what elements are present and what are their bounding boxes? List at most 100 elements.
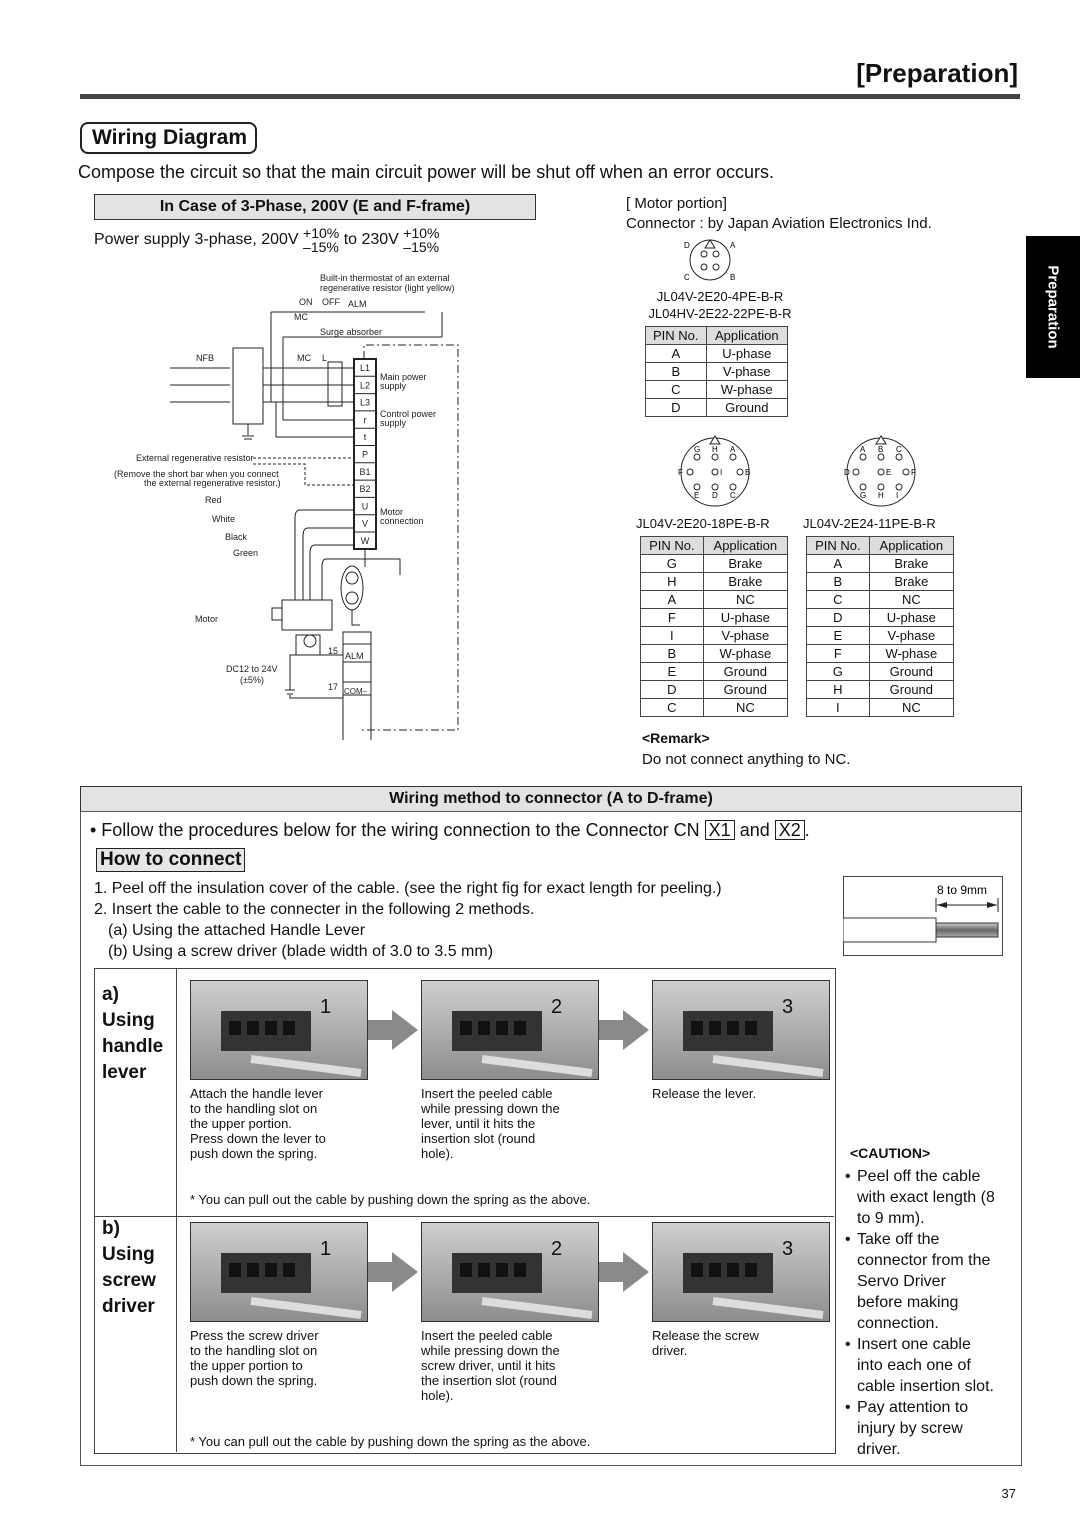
pin-application: Brake	[702, 554, 789, 573]
step-caption: Attach the handle lever to the handling s…	[190, 1086, 326, 1161]
pin-application: Ground	[868, 662, 955, 681]
pin-application: U-phase	[868, 608, 955, 627]
pin-row: F W-phase	[806, 644, 955, 663]
io-connector	[342, 631, 372, 740]
follow-text: • Follow the procedures below for the wi…	[90, 820, 700, 840]
method-b-note: * You can pull out the cable by pushing …	[190, 1434, 591, 1449]
mc-contact-label: MC	[297, 353, 311, 363]
terminal-label: B1	[359, 467, 370, 477]
pin-number: H	[640, 572, 704, 591]
pin-application: V-phase	[705, 362, 789, 381]
pin-number: B	[640, 644, 704, 663]
pin-application: W-phase	[868, 644, 955, 663]
col-pin: PIN No.	[645, 326, 707, 345]
step-2: 2. Insert the cable to the connecter in …	[94, 901, 535, 918]
pin-number: A	[640, 590, 704, 609]
model-b: JL04V-2E20-18PE-B-R	[636, 516, 770, 531]
caption-line: driver.	[652, 1343, 688, 1358]
pin-number: D	[640, 680, 704, 699]
motor-box	[281, 599, 333, 631]
off-label: OFF	[322, 297, 340, 307]
pin-application: V-phase	[702, 626, 789, 645]
caption-line: lever, until it hits the	[421, 1116, 536, 1131]
terminal-label: U	[362, 501, 369, 511]
caution-line: Peel off the cable	[857, 1168, 981, 1185]
wire-red-label: Red	[205, 495, 222, 505]
connector-4pin-diagram: D A C B	[684, 239, 736, 282]
label-line: a)	[102, 984, 119, 1005]
caution-line: injury by screw	[857, 1420, 963, 1437]
page-header-title: [Preparation]	[856, 58, 1018, 88]
pin-table-a: PIN No. Application A U-phase B V-phase C W-ph…	[645, 326, 789, 417]
connector-photo-step-2	[421, 980, 599, 1080]
pin-hole	[895, 453, 903, 461]
pin-hole	[902, 468, 910, 476]
connector-x1-badge: X1	[704, 820, 735, 840]
pin-application: U-phase	[702, 608, 789, 627]
step-number: 1	[320, 1238, 332, 1260]
wiring-diagram: Built-in thermostat of an external regen…	[114, 273, 459, 740]
pin-row: I V-phase	[640, 626, 789, 645]
pin-hole	[877, 483, 885, 491]
caution-line: connection.	[857, 1315, 939, 1332]
method-column-divider	[176, 968, 177, 1452]
dc-supply-label: DC12 to 24V	[226, 664, 278, 674]
connector-illustration	[683, 1011, 824, 1077]
connector-photo-step-3	[652, 1222, 830, 1322]
section-title: Wiring Diagram	[80, 122, 257, 154]
label-line: Using	[102, 1010, 155, 1031]
pin-number: G	[640, 554, 704, 573]
pin-row: G Brake	[640, 554, 789, 573]
pin-row: C NC	[806, 590, 955, 609]
pin-letter: I	[896, 491, 898, 500]
pin-number: E	[806, 626, 870, 645]
model-a1: JL04V-2E20-4PE-B-R	[656, 289, 784, 304]
pin-application: NC	[702, 590, 789, 609]
period: .	[804, 820, 810, 840]
caption-line: to the handling slot on	[190, 1101, 318, 1116]
pin-letter: C	[730, 491, 736, 500]
com-pin-number: 17	[328, 682, 338, 692]
pin-letter: C	[896, 445, 902, 454]
pin-row: B W-phase	[640, 644, 789, 663]
caption-line: hole).	[421, 1388, 454, 1403]
model-a2: JL04HV-2E22-22PE-B-R	[648, 306, 792, 321]
pin-row: D Ground	[640, 680, 789, 699]
pin-number: B	[806, 572, 870, 591]
pin-hole	[859, 453, 867, 461]
caption-line: push down the spring.	[190, 1146, 318, 1161]
pin-hole	[729, 453, 737, 461]
pin-number: I	[640, 626, 704, 645]
step-number: 2	[551, 1238, 563, 1260]
caption-line: the insertion slot (round	[421, 1373, 557, 1388]
pin-row: C NC	[640, 698, 789, 717]
caution-list: • Peel off the cable with exact length (8 t…	[845, 1166, 1017, 1460]
pin-application: W-phase	[705, 380, 789, 399]
pin-number: F	[806, 644, 870, 663]
connector-photo-step-1	[190, 1222, 368, 1322]
wiring-method-title: Wiring method to connector (A to D-frame…	[80, 786, 1022, 812]
label-line: driver	[102, 1296, 155, 1317]
pin-letter: D	[684, 241, 690, 250]
nfb-label: NFB	[196, 353, 214, 363]
caption-line: Press the screw driver	[190, 1328, 319, 1343]
step-caption: Release the lever.	[652, 1086, 756, 1101]
pin-number: D	[645, 398, 707, 417]
intro-text: Compose the circuit so that the main cir…	[78, 162, 774, 182]
caption-line: while pressing down the	[421, 1343, 560, 1358]
terminal-label: r	[364, 415, 367, 425]
side-tab-label: Preparation	[1044, 265, 1062, 349]
next-arrow-icon	[368, 1252, 420, 1297]
bullet: •	[845, 1231, 851, 1248]
bullet: •	[845, 1168, 851, 1185]
caption-line: while pressing down the	[421, 1101, 560, 1116]
caution-line: before making	[857, 1294, 959, 1311]
pin-number: C	[806, 590, 870, 609]
side-tab-preparation[interactable]: Preparation	[1026, 236, 1080, 378]
pin-number: C	[645, 380, 707, 399]
pin-letter: A	[860, 445, 866, 454]
pin-hole	[877, 468, 885, 476]
mc-label: MC	[294, 312, 308, 322]
col-pin: PIN No.	[640, 536, 704, 555]
tolerance-2: +10% –15%	[403, 226, 439, 254]
